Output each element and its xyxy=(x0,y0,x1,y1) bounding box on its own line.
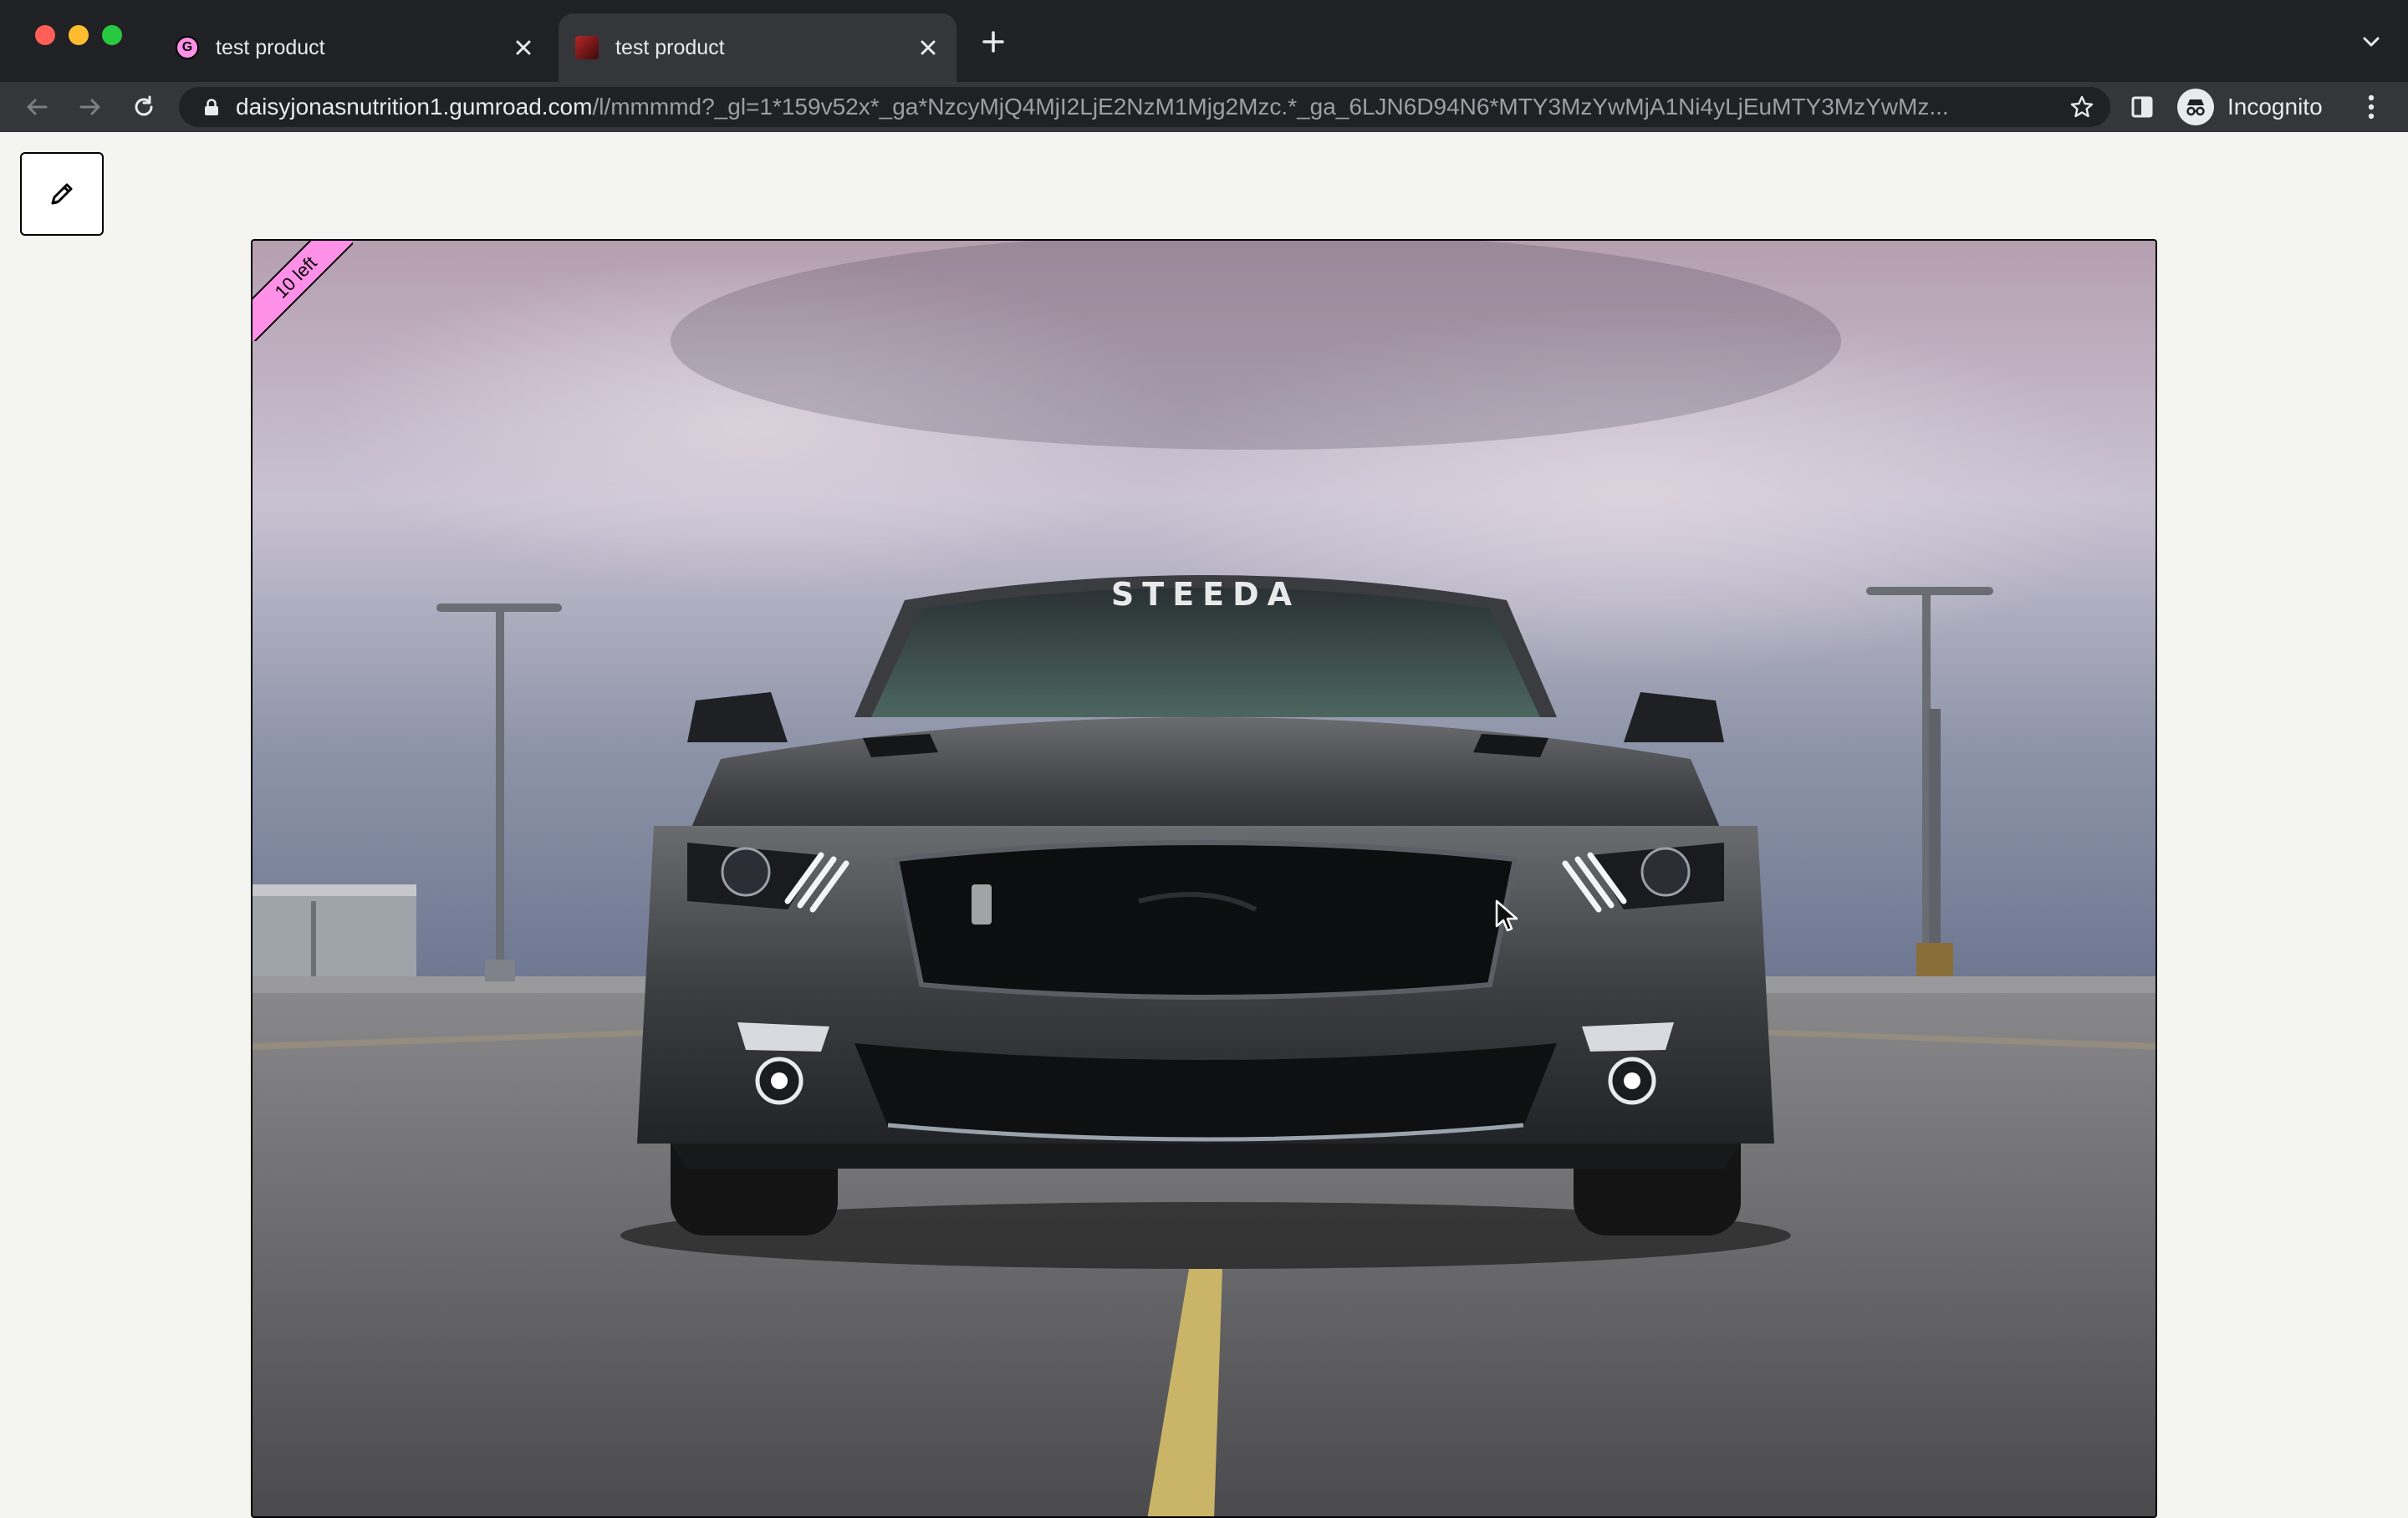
page-content: STEEDA 10 left xyxy=(0,132,2408,1518)
lock-icon[interactable] xyxy=(202,98,221,116)
car-favicon-icon xyxy=(575,36,599,59)
url-path: /l/mmmmd?_gl=1*159v52x*_ga*NzcyMjQ4MjI2L… xyxy=(592,94,1949,120)
browser-tab-1[interactable]: G test product xyxy=(159,13,552,82)
url-text[interactable]: daisyjonasnutrition1.gumroad.com/l/mmmmd… xyxy=(236,94,2065,120)
stock-ribbon-label: 10 left xyxy=(253,241,353,341)
new-tab-plus-icon[interactable] xyxy=(977,25,1010,59)
arrow-left-icon[interactable] xyxy=(20,90,54,124)
incognito-label: Incognito xyxy=(2227,94,2323,120)
tab-close-icon[interactable] xyxy=(911,31,945,64)
incognito-profile-button[interactable]: Incognito xyxy=(2177,87,2336,127)
arrow-right-icon[interactable] xyxy=(74,90,107,124)
side-panel-icon[interactable] xyxy=(2125,90,2159,124)
window-maximize-button[interactable] xyxy=(102,25,122,45)
url-host: daisyjonasnutrition1.gumroad.com xyxy=(236,94,593,120)
car-photo: STEEDA xyxy=(253,241,2155,1516)
edit-product-button[interactable] xyxy=(20,152,104,236)
window-minimize-button[interactable] xyxy=(69,25,89,45)
browser-tab-2[interactable]: test product xyxy=(559,13,957,82)
window-close-button[interactable] xyxy=(35,25,55,45)
product-cover-image[interactable]: STEEDA 10 left xyxy=(251,239,2157,1518)
tab-close-icon[interactable] xyxy=(507,31,540,64)
kebab-menu-icon[interactable] xyxy=(2354,90,2388,124)
browser-toolbar: daisyjonasnutrition1.gumroad.com/l/mmmmd… xyxy=(0,82,2408,132)
address-bar[interactable]: daisyjonasnutrition1.gumroad.com/l/mmmmd… xyxy=(179,87,2110,127)
stock-ribbon: 10 left xyxy=(253,241,353,341)
tab-search-chevron-down-icon[interactable] xyxy=(2354,25,2388,59)
reload-icon[interactable] xyxy=(127,90,161,124)
browser-tab-strip: G test product test product xyxy=(0,0,2408,82)
gumroad-favicon-icon: G xyxy=(176,36,199,59)
incognito-icon xyxy=(2177,89,2214,125)
tab-title: test product xyxy=(615,35,725,59)
windshield-banner-text: STEEDA xyxy=(1111,576,1300,613)
pencil-icon xyxy=(51,183,73,205)
mouse-cursor-icon xyxy=(1495,899,1518,932)
tab-title: test product xyxy=(216,35,325,59)
star-icon[interactable] xyxy=(2065,90,2099,124)
